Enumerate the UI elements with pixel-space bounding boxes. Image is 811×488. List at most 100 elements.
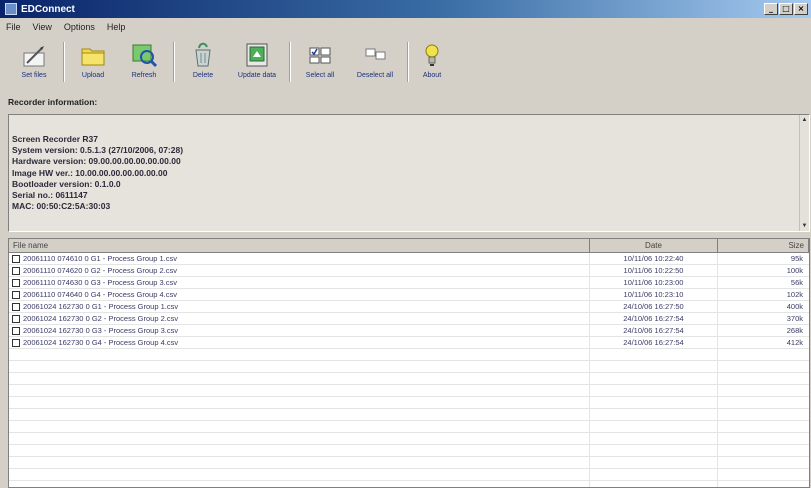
upload-button[interactable]: Upload <box>68 40 118 92</box>
maximize-button[interactable]: □ <box>779 3 793 15</box>
empty-row <box>9 385 809 397</box>
empty-cell <box>718 457 807 468</box>
window-title: EDConnect <box>21 3 75 15</box>
empty-row <box>9 433 809 445</box>
empty-cell <box>718 361 807 372</box>
empty-cell <box>9 361 590 372</box>
empty-cell <box>9 421 590 432</box>
empty-rows <box>9 349 809 487</box>
empty-cell <box>9 349 590 360</box>
empty-cell <box>718 385 807 396</box>
empty-row <box>9 421 809 433</box>
delete-label: Delete <box>192 72 214 79</box>
empty-cell <box>718 373 807 384</box>
scroll-down-icon[interactable]: ▼ <box>800 221 809 231</box>
refresh-label: Refresh <box>131 72 157 79</box>
update-data-button[interactable]: Update data <box>228 40 286 92</box>
about-label: About <box>422 72 442 79</box>
empty-cell <box>9 433 590 444</box>
file-date: 10/11/06 10:22:50 <box>590 265 718 276</box>
file-list: File name Date Size 20061110 074610 0 G1… <box>8 238 810 488</box>
minimize-button[interactable]: _ <box>764 3 778 15</box>
file-size: 56k <box>790 278 803 287</box>
deselect-all-label: Deselect all <box>356 72 394 79</box>
row-checkbox[interactable] <box>12 254 20 263</box>
about-button[interactable]: About <box>412 40 452 92</box>
window-controls: _ □ × <box>763 3 808 15</box>
empty-row <box>9 469 809 481</box>
table-row[interactable]: 20061110 074610 0 G1 - Process Group 1.c… <box>9 253 809 265</box>
empty-cell <box>718 349 807 360</box>
empty-row <box>9 397 809 409</box>
delete-button[interactable]: Delete <box>178 40 228 92</box>
empty-cell <box>9 481 590 487</box>
menu-file[interactable]: File <box>0 22 27 32</box>
row-checkbox[interactable] <box>12 338 20 347</box>
info-line-image-hw: Image HW ver.: 10.00.00.00.00.00.00.00 <box>12 167 168 178</box>
recorder-info-heading: Recorder information: <box>8 97 98 107</box>
row-checkbox[interactable] <box>12 290 20 299</box>
empty-row <box>9 373 809 385</box>
empty-cell <box>590 457 718 468</box>
empty-cell <box>590 409 718 420</box>
refresh-icon <box>130 40 158 70</box>
empty-cell <box>9 469 590 480</box>
row-checkbox[interactable] <box>12 266 20 275</box>
row-checkbox[interactable] <box>12 326 20 335</box>
file-name: 20061024 162730 0 G4 - Process Group 4.c… <box>23 338 179 347</box>
empty-cell <box>590 421 718 432</box>
info-scrollbar[interactable]: ▲ ▼ <box>799 115 809 231</box>
menu-help[interactable]: Help <box>101 22 132 32</box>
toolbar-separator <box>173 42 175 82</box>
table-row[interactable]: 20061024 162730 0 G2 - Process Group 2.c… <box>9 313 809 325</box>
row-checkbox[interactable] <box>12 314 20 323</box>
table-row[interactable]: 20061110 074630 0 G3 - Process Group 3.c… <box>9 277 809 289</box>
deselect-all-button[interactable]: Deselect all <box>346 40 404 92</box>
file-size: 412k <box>786 338 803 347</box>
empty-row <box>9 361 809 373</box>
row-checkbox[interactable] <box>12 302 20 311</box>
row-checkbox[interactable] <box>12 278 20 287</box>
set-files-button[interactable]: Set files <box>8 40 60 92</box>
table-row[interactable]: 20061110 074640 0 G4 - Process Group 4.c… <box>9 289 809 301</box>
table-row[interactable]: 20061024 162730 0 G4 - Process Group 4.c… <box>9 337 809 349</box>
table-row[interactable]: 20061024 162730 0 G1 - Process Group 1.c… <box>9 301 809 313</box>
recycle-bin-icon <box>191 40 215 70</box>
column-header-date[interactable]: Date <box>590 239 718 252</box>
column-header-file-name[interactable]: File name <box>9 239 590 252</box>
upload-label: Upload <box>81 72 105 79</box>
empty-cell <box>718 397 807 408</box>
empty-cell <box>718 469 807 480</box>
column-header-size[interactable]: Size <box>718 239 809 252</box>
scroll-up-icon[interactable]: ▲ <box>800 115 809 125</box>
empty-cell <box>718 481 807 487</box>
refresh-button[interactable]: Refresh <box>118 40 170 92</box>
empty-cell <box>590 469 718 480</box>
file-date: 10/11/06 10:22:40 <box>590 253 718 264</box>
table-row[interactable]: 20061110 074620 0 G2 - Process Group 2.c… <box>9 265 809 277</box>
file-list-header: File name Date Size <box>9 239 809 253</box>
recorder-info-panel: Screen Recorder R37 System version: 0.5.… <box>8 114 810 232</box>
empty-cell <box>590 385 718 396</box>
empty-row <box>9 481 809 487</box>
file-name: 20061110 074610 0 G1 - Process Group 1.c… <box>23 254 177 263</box>
file-name: 20061024 162730 0 G2 - Process Group 2.c… <box>23 314 179 323</box>
menu-view[interactable]: View <box>27 22 58 32</box>
info-line-system-version: System version: 0.5.1.3 (27/10/2006, 07:… <box>12 145 184 156</box>
close-button[interactable]: × <box>794 3 808 15</box>
file-date: 24/10/06 16:27:54 <box>590 313 718 324</box>
set-files-label: Set files <box>21 72 47 79</box>
empty-row <box>9 349 809 361</box>
toolbar: Set files Upload Refresh Delete Update d… <box>8 40 452 92</box>
file-name: 20061024 162730 0 G1 - Process Group 1.c… <box>23 302 179 311</box>
empty-cell <box>9 445 590 456</box>
file-name: 20061024 162730 0 G3 - Process Group 3.c… <box>23 326 179 335</box>
empty-row <box>9 457 809 469</box>
empty-cell <box>9 373 590 384</box>
recorder-info-text: Screen Recorder R37 System version: 0.5.… <box>12 134 183 212</box>
file-name: 20061110 074620 0 G2 - Process Group 2.c… <box>23 266 177 275</box>
empty-cell <box>590 349 718 360</box>
menu-options[interactable]: Options <box>58 22 101 32</box>
table-row[interactable]: 20061024 162730 0 G3 - Process Group 3.c… <box>9 325 809 337</box>
select-all-button[interactable]: Select all <box>294 40 346 92</box>
